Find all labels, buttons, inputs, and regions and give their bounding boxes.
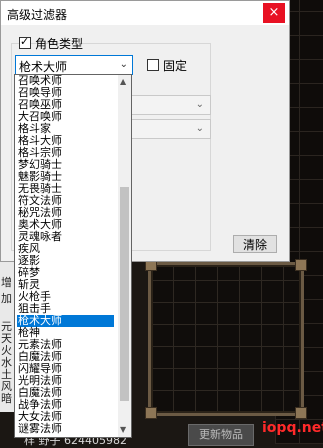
bg-label: 暗 (1, 392, 12, 405)
fixed-label: 固定 (163, 59, 188, 73)
clear-button[interactable]: 清除 (233, 235, 277, 253)
dialog-title: 高级过滤器 (7, 8, 68, 22)
close-icon: × (268, 5, 280, 20)
title-bar: 高级过滤器 × (1, 1, 289, 25)
close-button[interactable]: × (263, 3, 285, 23)
watermark: iopq.net (262, 420, 323, 436)
frame-corner (295, 259, 307, 271)
role-type-dropdown-list[interactable]: 召唤术师 召唤导师 召唤巫师 大召唤师 格斗家 格斗大师 格斗宗师 梦幻骑士 魅… (14, 74, 132, 438)
role-type-select[interactable]: 枪术大师 ⌄ (15, 55, 133, 75)
bg-label: 加 (1, 292, 12, 305)
update-items-button[interactable]: 更新物品 (188, 424, 254, 446)
inventory-grid (145, 259, 307, 419)
chevron-down-icon: ⌄ (195, 123, 204, 134)
chevron-down-icon: ⌄ (119, 59, 128, 70)
secondary-select-2[interactable]: ⌄ (129, 119, 211, 139)
scroll-up-icon[interactable]: ▲ (120, 77, 126, 86)
role-type-label: 角色类型 (35, 37, 84, 51)
role-type-value: 枪术大师 (19, 60, 68, 74)
frame-corner (145, 407, 157, 419)
fixed-checkbox[interactable] (147, 59, 159, 71)
secondary-select-1[interactable]: ⌄ (129, 95, 211, 115)
role-type-checkbox[interactable] (19, 35, 31, 49)
dropdown-scrollbar[interactable]: ▲ ▼ (118, 75, 131, 437)
chevron-down-icon: ⌄ (195, 99, 204, 110)
frame-corner (295, 407, 307, 419)
dropdown-option[interactable]: 谜雾法师 (17, 423, 114, 435)
bg-label: 增 (1, 276, 12, 289)
scroll-down-icon[interactable]: ▼ (120, 425, 126, 434)
scrollbar-thumb[interactable] (120, 187, 129, 401)
